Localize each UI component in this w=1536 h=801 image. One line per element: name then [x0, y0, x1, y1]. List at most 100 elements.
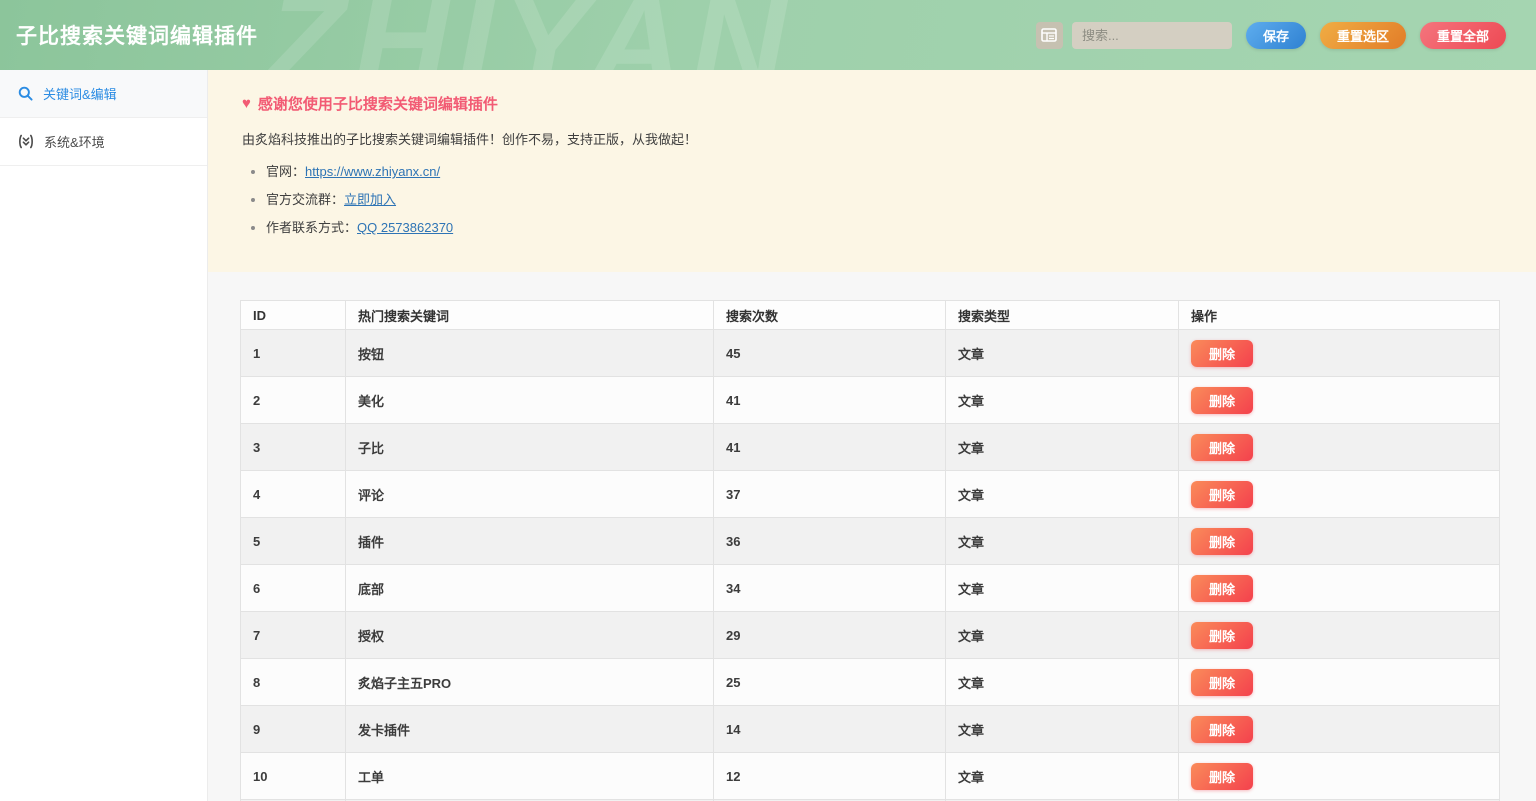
- notice-heading: ♥ 感谢您使用子比搜索关键词编辑插件: [242, 93, 1506, 114]
- reset-selection-button[interactable]: 重置选区: [1320, 22, 1406, 49]
- page-title: 子比搜索关键词编辑插件: [16, 20, 258, 50]
- delete-button[interactable]: 删除: [1191, 622, 1253, 649]
- sidebar-item-label: 关键词&编辑: [43, 84, 117, 103]
- reset-all-button[interactable]: 重置全部: [1420, 22, 1506, 49]
- cell-keyword: 子比: [346, 424, 714, 471]
- cell-actions: 删除: [1179, 753, 1500, 800]
- heart-icon: ♥: [242, 95, 251, 112]
- cell-keyword: 工单: [346, 753, 714, 800]
- cell-actions: 删除: [1179, 471, 1500, 518]
- cell-count: 45: [714, 330, 946, 377]
- cell-actions: 删除: [1179, 424, 1500, 471]
- cell-actions: 删除: [1179, 659, 1500, 706]
- app-root: ZHIYAN 子比搜索关键词编辑插件 保存 重置选区 重置全部: [0, 0, 1536, 801]
- cell-actions: 删除: [1179, 330, 1500, 377]
- cell-id: 2: [241, 377, 346, 424]
- link-label: 官网：: [266, 164, 305, 179]
- cell-actions: 删除: [1179, 706, 1500, 753]
- cell-count: 14: [714, 706, 946, 753]
- table-row: 1 按钮 45 文章 删除: [241, 330, 1500, 377]
- cell-keyword: 美化: [346, 377, 714, 424]
- sidebar-item-system-env[interactable]: 系统&环境: [0, 118, 207, 166]
- notice-link-list: 官网：https://www.zhiyanx.cn/ 官方交流群：立即加入 作者…: [266, 161, 1506, 236]
- cell-keyword: 评论: [346, 471, 714, 518]
- sidebar-item-keywords-edit[interactable]: 关键词&编辑: [0, 70, 207, 118]
- table-row: 8 炙焰子主五PRO 25 文章 删除: [241, 659, 1500, 706]
- cell-actions: 删除: [1179, 565, 1500, 612]
- col-header-count: 搜索次数: [714, 301, 946, 330]
- delete-button[interactable]: 删除: [1191, 528, 1253, 555]
- header-controls: 保存 重置选区 重置全部: [1036, 22, 1506, 49]
- save-button[interactable]: 保存: [1246, 22, 1306, 49]
- official-site-link[interactable]: https://www.zhiyanx.cn/: [305, 164, 440, 179]
- table-row: 2 美化 41 文章 删除: [241, 377, 1500, 424]
- delete-button[interactable]: 删除: [1191, 716, 1253, 743]
- cell-count: 41: [714, 377, 946, 424]
- search-input[interactable]: [1072, 22, 1232, 49]
- delete-button[interactable]: 删除: [1191, 387, 1253, 414]
- cell-keyword: 授权: [346, 612, 714, 659]
- cell-id: 4: [241, 471, 346, 518]
- notice-panel: ♥ 感谢您使用子比搜索关键词编辑插件 由炙焰科技推出的子比搜索关键词编辑插件！创…: [208, 70, 1536, 272]
- keyword-table-wrap: ID 热门搜索关键词 搜索次数 搜索类型 操作 1 按钮 45 文章 删除 2 …: [240, 300, 1500, 801]
- table-row: 6 底部 34 文章 删除: [241, 565, 1500, 612]
- main-layout: 关键词&编辑 系统&环境 ♥ 感谢您使用子比搜索关键词编辑插件: [0, 70, 1536, 801]
- join-group-link[interactable]: 立即加入: [344, 192, 396, 207]
- cell-type: 文章: [946, 612, 1179, 659]
- link-label: 官方交流群：: [266, 192, 344, 207]
- cell-id: 9: [241, 706, 346, 753]
- delete-button[interactable]: 删除: [1191, 763, 1253, 790]
- delete-button[interactable]: 删除: [1191, 340, 1253, 367]
- cell-type: 文章: [946, 518, 1179, 565]
- delete-button[interactable]: 删除: [1191, 669, 1253, 696]
- cell-count: 37: [714, 471, 946, 518]
- col-header-keyword: 热门搜索关键词: [346, 301, 714, 330]
- cell-count: 41: [714, 424, 946, 471]
- cell-count: 25: [714, 659, 946, 706]
- cell-id: 7: [241, 612, 346, 659]
- table-row: 9 发卡插件 14 文章 删除: [241, 706, 1500, 753]
- cell-count: 29: [714, 612, 946, 659]
- cell-actions: 删除: [1179, 377, 1500, 424]
- cell-keyword: 炙焰子主五PRO: [346, 659, 714, 706]
- cell-type: 文章: [946, 471, 1179, 518]
- table-row: 4 评论 37 文章 删除: [241, 471, 1500, 518]
- table-row: 10 工单 12 文章 删除: [241, 753, 1500, 800]
- cell-type: 文章: [946, 753, 1179, 800]
- list-item: 官方交流群：立即加入: [266, 189, 1506, 208]
- cell-keyword: 底部: [346, 565, 714, 612]
- cell-id: 6: [241, 565, 346, 612]
- cell-keyword: 发卡插件: [346, 706, 714, 753]
- delete-button[interactable]: 删除: [1191, 575, 1253, 602]
- cell-type: 文章: [946, 377, 1179, 424]
- table-list-icon: [1041, 28, 1057, 42]
- table-body: 1 按钮 45 文章 删除 2 美化 41 文章 删除 3 子比 41 文章 删…: [241, 330, 1500, 801]
- list-toggle-button[interactable]: [1036, 22, 1063, 49]
- cell-type: 文章: [946, 424, 1179, 471]
- cell-type: 文章: [946, 659, 1179, 706]
- delete-button[interactable]: 删除: [1191, 434, 1253, 461]
- table-row: 5 插件 36 文章 删除: [241, 518, 1500, 565]
- author-contact-link[interactable]: QQ 2573862370: [357, 220, 453, 235]
- table-row: 7 授权 29 文章 删除: [241, 612, 1500, 659]
- cell-count: 34: [714, 565, 946, 612]
- delete-button[interactable]: 删除: [1191, 481, 1253, 508]
- col-header-actions: 操作: [1179, 301, 1500, 330]
- cell-id: 8: [241, 659, 346, 706]
- table-header: ID 热门搜索关键词 搜索次数 搜索类型 操作: [241, 301, 1500, 330]
- keyword-table: ID 热门搜索关键词 搜索次数 搜索类型 操作 1 按钮 45 文章 删除 2 …: [240, 300, 1500, 801]
- list-item: 作者联系方式：QQ 2573862370: [266, 217, 1506, 236]
- list-item: 官网：https://www.zhiyanx.cn/: [266, 161, 1506, 180]
- sidebar: 关键词&编辑 系统&环境: [0, 70, 208, 801]
- table-row: 3 子比 41 文章 删除: [241, 424, 1500, 471]
- sidebar-item-label: 系统&环境: [44, 132, 105, 151]
- cell-type: 文章: [946, 706, 1179, 753]
- col-header-type: 搜索类型: [946, 301, 1179, 330]
- cell-keyword: 插件: [346, 518, 714, 565]
- system-icon: [18, 134, 34, 149]
- cell-id: 10: [241, 753, 346, 800]
- notice-heading-text: 感谢您使用子比搜索关键词编辑插件: [258, 93, 498, 114]
- app-header: ZHIYAN 子比搜索关键词编辑插件 保存 重置选区 重置全部: [0, 0, 1536, 70]
- link-label: 作者联系方式：: [266, 220, 357, 235]
- cell-type: 文章: [946, 330, 1179, 377]
